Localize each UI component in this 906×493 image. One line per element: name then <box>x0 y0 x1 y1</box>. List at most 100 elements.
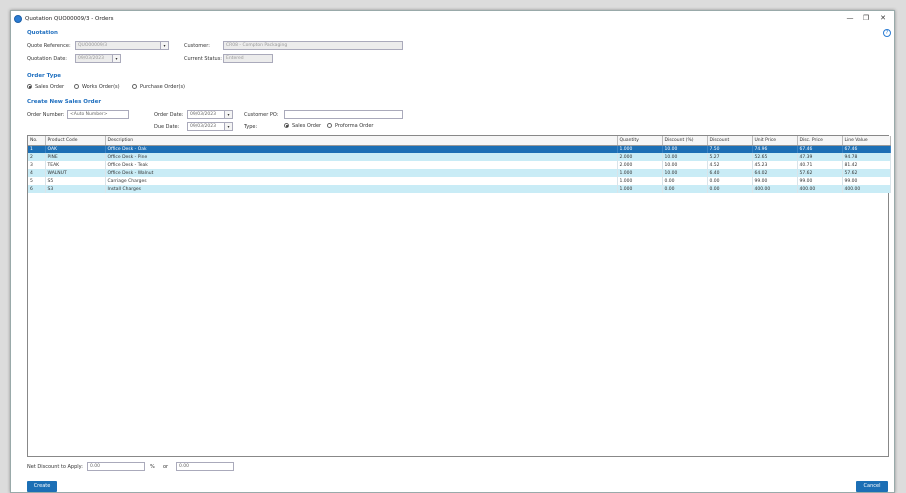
column-header-disc-price[interactable]: Disc. Price <box>797 136 843 146</box>
cell-line-value[interactable]: 57.62 <box>842 169 891 177</box>
order-number-label: Order Number: <box>27 112 65 118</box>
cell-product-code[interactable]: PINE <box>45 153 106 161</box>
cell-no[interactable]: 4 <box>28 169 46 177</box>
cancel-button[interactable]: Cancel <box>856 481 888 492</box>
cell-discount[interactable]: 7.50 <box>707 145 753 153</box>
cell-description[interactable]: Office Desk - Pine <box>105 153 618 161</box>
order-date-value: 09/03/2023 <box>190 112 216 117</box>
cell-no[interactable]: 3 <box>28 161 46 169</box>
cell-unit-price[interactable]: 74.96 <box>752 145 798 153</box>
cell-quantity[interactable]: 2.000 <box>617 161 663 169</box>
column-header-line-value[interactable]: Line Value <box>842 136 891 146</box>
table-row[interactable]: 1 OAK Office Desk - Oak 1.000 10.00 7.50 74.96… <box>28 145 891 153</box>
column-header-description[interactable]: Description <box>105 136 618 146</box>
cell-discount-pct[interactable]: 0.00 <box>662 177 708 185</box>
cell-discount[interactable]: 5.27 <box>707 153 753 161</box>
cell-discount[interactable]: 0.00 <box>707 177 753 185</box>
new-sales-order-section-title: Create New Sales Order <box>27 99 102 105</box>
close-icon[interactable]: ✕ <box>877 14 889 22</box>
cell-quantity[interactable]: 1.000 <box>617 145 663 153</box>
calendar-dropdown-icon[interactable]: ▾ <box>224 111 232 118</box>
order-number-field[interactable]: <Auto Number> <box>67 110 129 119</box>
cell-discount-pct[interactable]: 10.00 <box>662 153 708 161</box>
order-type-option-purchase[interactable]: Purchase Order(s) <box>132 84 185 90</box>
cell-unit-price[interactable]: 400.00 <box>752 185 798 193</box>
calendar-dropdown-icon[interactable]: ▾ <box>224 123 232 130</box>
cell-discount-pct[interactable]: 10.00 <box>662 169 708 177</box>
cell-discount-pct[interactable]: 10.00 <box>662 145 708 153</box>
net-discount-amount-field[interactable]: 0.00 <box>176 462 234 471</box>
cell-unit-price[interactable]: 52.65 <box>752 153 798 161</box>
cell-quantity[interactable]: 1.000 <box>617 185 663 193</box>
cell-unit-price[interactable]: 45.23 <box>752 161 798 169</box>
cell-unit-price[interactable]: 99.00 <box>752 177 798 185</box>
column-header-quantity[interactable]: Quantity <box>617 136 663 146</box>
cell-no[interactable]: 5 <box>28 177 46 185</box>
cell-product-code[interactable]: S3 <box>45 185 106 193</box>
cell-line-value[interactable]: 81.42 <box>842 161 891 169</box>
cell-no[interactable]: 2 <box>28 153 46 161</box>
cell-description[interactable]: Office Desk - Oak <box>105 145 618 153</box>
cell-line-value[interactable]: 94.78 <box>842 153 891 161</box>
quotation-date-field[interactable]: 09/03/2023 ▾ <box>75 54 121 63</box>
order-lines-table[interactable]: No. Product Code Description Quantity Di… <box>27 135 891 457</box>
cell-discount[interactable]: 4.52 <box>707 161 753 169</box>
cell-disc-price[interactable]: 99.00 <box>797 177 843 185</box>
cell-description[interactable]: Office Desk - Walnut <box>105 169 618 177</box>
table-row[interactable]: 4 WALNUT Office Desk - Walnut 1.000 10.00 6.4… <box>28 169 891 177</box>
type-option-proforma[interactable]: Proforma Order <box>327 123 373 129</box>
restore-icon[interactable]: ❐ <box>860 14 872 22</box>
cell-disc-price[interactable]: 400.00 <box>797 185 843 193</box>
cell-discount-pct[interactable]: 0.00 <box>662 185 708 193</box>
cell-description[interactable]: Install Charges <box>105 185 618 193</box>
quotation-date-value: 09/03/2023 <box>78 56 104 61</box>
quote-reference-field[interactable]: QUO00009/3 ▾ <box>75 41 169 50</box>
due-date-value: 09/03/2023 <box>190 124 216 129</box>
cell-unit-price[interactable]: 64.02 <box>752 169 798 177</box>
cell-disc-price[interactable]: 57.62 <box>797 169 843 177</box>
cell-no[interactable]: 1 <box>28 145 46 153</box>
cell-product-code[interactable]: S5 <box>45 177 106 185</box>
cell-disc-price[interactable]: 40.71 <box>797 161 843 169</box>
cell-line-value[interactable]: 67.46 <box>842 145 891 153</box>
cell-line-value[interactable]: 400.00 <box>842 185 891 193</box>
cell-product-code[interactable]: TEAK <box>45 161 106 169</box>
type-option-sales-order[interactable]: Sales Order <box>284 123 321 129</box>
cell-disc-price[interactable]: 67.46 <box>797 145 843 153</box>
create-button[interactable]: Create <box>27 481 57 492</box>
order-date-field[interactable]: 09/03/2023 ▾ <box>187 110 233 119</box>
due-date-field[interactable]: 09/03/2023 ▾ <box>187 122 233 131</box>
cell-discount[interactable]: 6.40 <box>707 169 753 177</box>
help-icon[interactable]: ? <box>883 29 891 37</box>
cell-line-value[interactable]: 99.00 <box>842 177 891 185</box>
type-label: Type: <box>244 124 258 130</box>
cell-product-code[interactable]: WALNUT <box>45 169 106 177</box>
column-header-unit-price[interactable]: Unit Price <box>752 136 798 146</box>
cell-no[interactable]: 6 <box>28 185 46 193</box>
customer-po-field[interactable] <box>284 110 403 119</box>
cell-discount[interactable]: 0.00 <box>707 185 753 193</box>
column-header-product-code[interactable]: Product Code <box>45 136 106 146</box>
minimize-icon[interactable]: — <box>844 14 856 22</box>
current-status-field: Entered <box>223 54 273 63</box>
order-type-option-sales[interactable]: Sales Order <box>27 84 64 90</box>
cell-description[interactable]: Carriage Charges <box>105 177 618 185</box>
net-discount-percent-field[interactable]: 0.00 <box>87 462 145 471</box>
percent-symbol: % <box>150 464 155 470</box>
order-type-option-works[interactable]: Works Order(s) <box>74 84 120 90</box>
cell-product-code[interactable]: OAK <box>45 145 106 153</box>
cell-quantity[interactable]: 1.000 <box>617 177 663 185</box>
column-header-discount-pct[interactable]: Discount (%) <box>662 136 708 146</box>
cell-discount-pct[interactable]: 10.00 <box>662 161 708 169</box>
cell-disc-price[interactable]: 47.39 <box>797 153 843 161</box>
table-row[interactable]: 5 S5 Carriage Charges 1.000 0.00 0.00 99.00 99.… <box>28 177 891 185</box>
cell-quantity[interactable]: 1.000 <box>617 169 663 177</box>
cell-description[interactable]: Office Desk - Teak <box>105 161 618 169</box>
column-header-discount[interactable]: Discount <box>707 136 753 146</box>
table-row[interactable]: 3 TEAK Office Desk - Teak 2.000 10.00 4.52 45.… <box>28 161 891 169</box>
table-row[interactable]: 2 PINE Office Desk - Pine 2.000 10.00 5.27 52.… <box>28 153 891 161</box>
quotation-date-label: Quotation Date: <box>27 56 67 62</box>
table-row[interactable]: 6 S3 Install Charges 1.000 0.00 0.00 400.00 400… <box>28 185 891 193</box>
column-header-no[interactable]: No. <box>28 136 46 146</box>
cell-quantity[interactable]: 2.000 <box>617 153 663 161</box>
